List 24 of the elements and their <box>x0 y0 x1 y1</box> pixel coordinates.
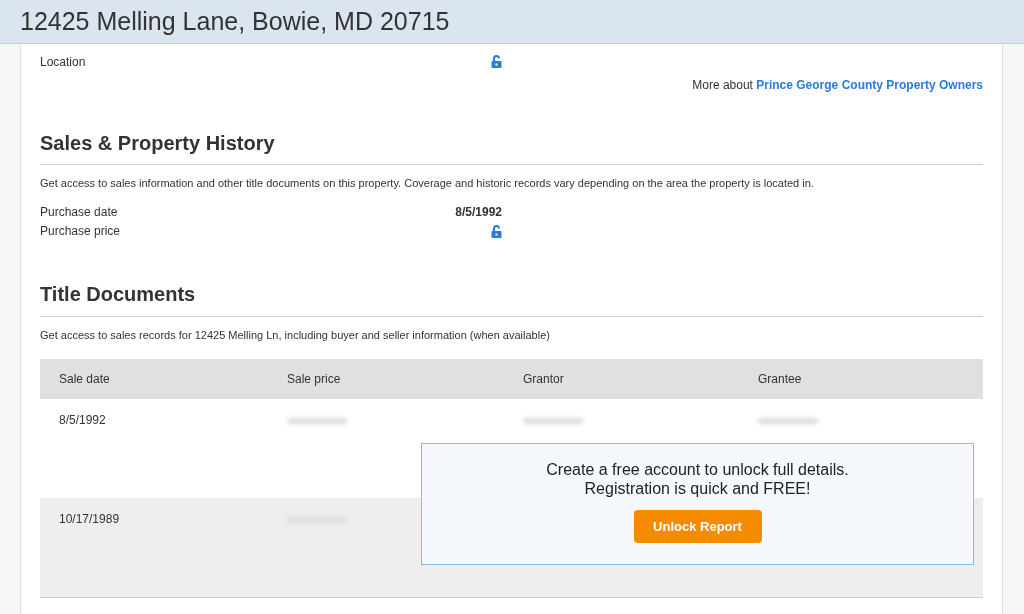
section-description: Get access to sales records for 12425 Melling Ln, including buyer and seller information (when available) <box>40 327 551 343</box>
field-label: Purchase price <box>40 223 122 240</box>
unlock-message: Create a free account to unlock full details. Registration is quick and FREE! <box>546 460 849 498</box>
column-header: Sale date <box>59 371 111 388</box>
table-cell: 10/17/1989 <box>59 512 120 526</box>
blurred-text <box>287 418 347 424</box>
unlock-report-button[interactable]: Unlock Report <box>633 510 762 543</box>
more-about-text: More about <box>692 77 754 94</box>
table-cell: 8/5/1992 <box>59 413 106 427</box>
page-title: 12425 Melling Lane, Bowie, MD 20715 <box>20 5 450 37</box>
column-header: Grantee <box>758 371 803 388</box>
column-header: Sale price <box>287 371 342 388</box>
padlock-icon <box>491 55 502 68</box>
section-heading: Sales & Property History <box>40 128 983 165</box>
section-heading: Title Documents <box>40 278 983 317</box>
column-header: Grantor <box>523 371 565 388</box>
county-link[interactable]: Prince George County Property Owners <box>756 76 983 94</box>
padlock-icon <box>491 224 502 238</box>
blurred-text <box>758 418 818 424</box>
blurred-text <box>523 418 583 424</box>
field-value: 8/5/1992 <box>455 204 502 221</box>
field-label: Purchase date <box>40 204 119 221</box>
section-description: Get access to sales information and other title documents on this property. Coverage and historic records vary depending on the area the property is located in. <box>40 176 815 191</box>
field-label: Location <box>40 53 87 71</box>
